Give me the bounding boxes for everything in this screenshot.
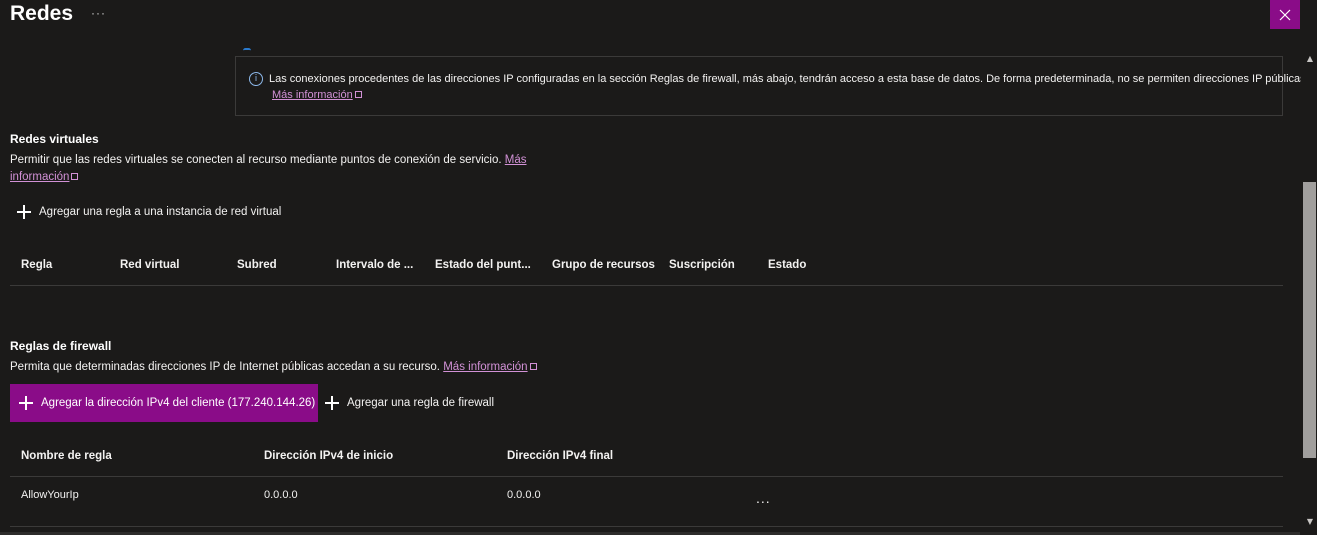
add-firewall-rule-label: Agregar una regla de firewall [347,397,495,409]
learn-more-part2: información [10,171,70,183]
external-link-icon [71,173,79,180]
close-icon [1279,9,1291,20]
add-vnet-rule-label: Agregar una regla a una instancia de red… [39,206,282,218]
vnet-col-subnet[interactable]: Subred [237,259,277,271]
vnet-col-virtual-network[interactable]: Red virtual [120,259,179,271]
add-client-ip-button[interactable]: Agregar la dirección IPv4 del cliente (1… [10,384,318,422]
vnet-col-address-range[interactable]: Intervalo de ... [336,259,413,271]
row-more-button[interactable]: ... [756,490,771,506]
external-link-icon [354,91,362,98]
info-icon: i [249,72,263,86]
vnet-col-rule[interactable]: Regla [21,259,52,271]
fw-table-header-divider [10,476,1283,477]
info-learn-more-link[interactable]: Más información [272,89,362,101]
scroll-indicator [243,48,251,53]
more-options-button[interactable]: ··· [91,6,106,20]
vnet-col-endpoint-status[interactable]: Estado del punt... [435,259,531,271]
info-banner: i Las conexiones procedentes de las dire… [235,56,1309,116]
firewall-link-label: Más información [443,361,528,373]
add-firewall-rule-button[interactable]: Agregar una regla de firewall [325,396,494,410]
fw-row-end-ip[interactable]: 0.0.0.0 [507,489,541,501]
info-text: Las conexiones procedentes de las direcc… [269,73,1309,85]
firewall-description: Permita que determinadas direcciones IP … [10,359,537,376]
external-link-icon [529,363,537,370]
virtual-networks-heading: Redes virtuales [10,132,99,146]
virtual-networks-description: Permitir que las redes virtuales se cone… [10,152,550,186]
virtual-networks-description-text: Permitir que las redes virtuales se cone… [10,154,502,166]
close-button[interactable] [1270,0,1300,29]
info-link-label: Más información [272,89,353,101]
add-vnet-rule-button[interactable]: Agregar una regla a una instancia de red… [17,205,281,219]
plus-icon [19,396,33,410]
firewall-description-text: Permita que determinadas direcciones IP … [10,361,441,373]
firewall-learn-more-link[interactable]: Más información [443,361,537,373]
page-title: Redes [10,2,74,25]
fw-row-divider [10,526,1283,527]
fw-col-rule-name[interactable]: Nombre de regla [21,450,112,462]
plus-icon [325,396,339,410]
fw-col-end-ip[interactable]: Dirección IPv4 final [507,450,613,462]
add-client-ip-label: Agregar la dirección IPv4 del cliente (1… [41,397,316,409]
vnet-table-divider [10,285,1283,286]
scrollbar-thumb[interactable] [1303,182,1316,458]
plus-icon [17,205,31,219]
vnet-col-resource-group[interactable]: Grupo de recursos [552,259,655,271]
learn-more-part1: Más [504,154,527,166]
fw-row-start-ip[interactable]: 0.0.0.0 [264,489,298,501]
firewall-heading: Reglas de firewall [10,339,112,353]
vnet-col-state[interactable]: Estado [768,259,806,271]
fw-row-name[interactable]: AllowYourIp [21,489,79,501]
vnet-col-subscription[interactable]: Suscripción [669,259,735,271]
scroll-up-icon[interactable]: ▲ [1302,53,1317,65]
fw-col-start-ip[interactable]: Dirección IPv4 de inicio [264,450,393,462]
scroll-down-icon[interactable]: ▼ [1302,516,1317,528]
